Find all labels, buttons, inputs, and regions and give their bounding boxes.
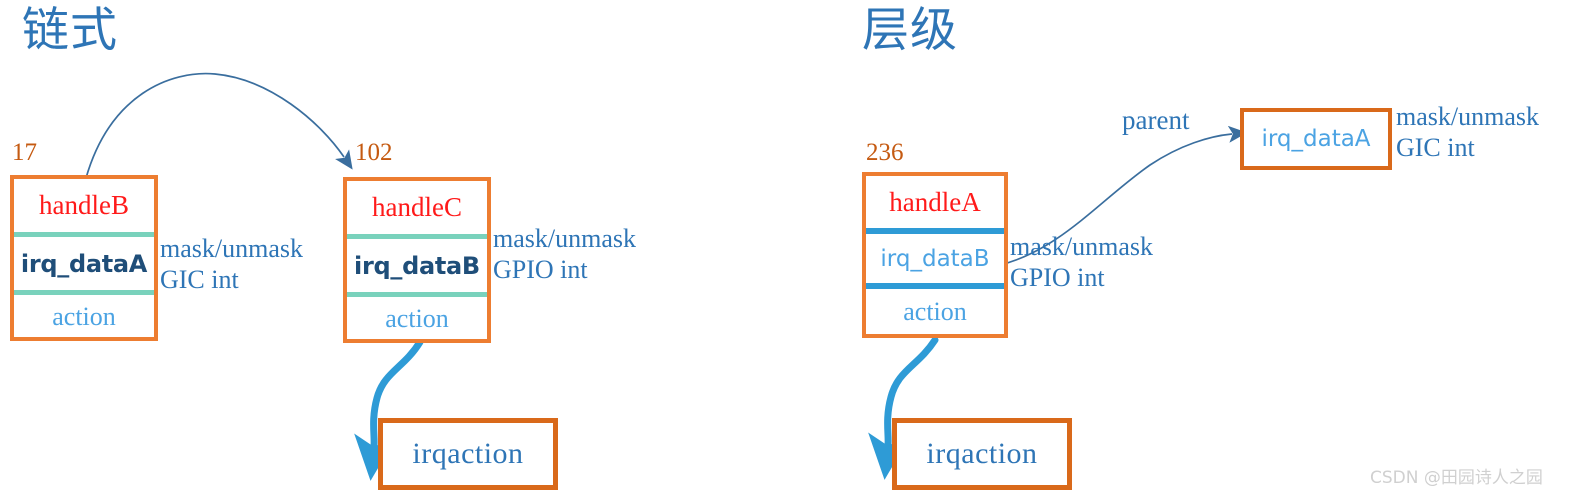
annotation-line-2: GPIO int [493,254,588,284]
annotation-gic-int-chained: mask/unmask GIC int [160,234,303,295]
struct-row-irq-data: irq_dataB [866,234,1004,283]
annotation-line-1: mask/unmask [160,234,303,263]
struct-row-action: action [14,295,154,339]
csdn-watermark: CSDN @田园诗人之园 [1370,468,1543,488]
irqaction-box-hierarchy[interactable]: irqaction [892,418,1072,490]
handle-label: handleA [889,186,981,217]
annotation-line-1: mask/unmask [1396,102,1539,131]
annotation-line-2: GIC int [160,264,239,294]
handle-label: handleC [372,192,462,222]
struct-row-handle: handleB [14,179,154,232]
irq-data-label: irq_dataB [880,245,990,272]
struct-box-handleB[interactable]: handleB irq_dataA action [10,175,158,341]
struct-row-irq-data: irq_dataA [14,237,154,290]
action-label: action [903,296,967,326]
struct-row-handle: handleC [347,181,487,234]
parent-link-label: parent [1122,105,1190,135]
struct-box-handleA[interactable]: handleA irq_dataB action [862,172,1008,338]
diagram-canvas: 链式 17 handleB irq_dataA action mask/unma… [0,0,1591,503]
irq-data-label: irq_dataB [354,251,480,280]
irqaction-label: irqaction [926,437,1038,470]
irq-data-label: irq_dataA [20,249,148,278]
struct-row-action: action [347,297,487,341]
arrow-chained-handleB-to-handleC [85,72,353,179]
action-label: action [52,302,116,331]
handle-label: handleB [39,190,129,220]
action-label: action [385,304,449,333]
struct-row-irq-data: irq_dataB [347,239,487,292]
annotation-line-2: GIC int [1396,132,1475,162]
annotation-gpio-int-hierarchy: mask/unmask GPIO int [1010,232,1153,293]
annotation-line-1: mask/unmask [1010,232,1153,261]
annotation-gpio-int-chained: mask/unmask GPIO int [493,224,636,285]
struct-row-handle: handleA [866,176,1004,228]
irq-number-236: 236 [866,139,904,166]
annotation-line-1: mask/unmask [493,224,636,253]
struct-box-handleC[interactable]: handleC irq_dataB action [343,177,491,343]
struct-row-action: action [866,289,1004,334]
irq-number-17: 17 [12,139,37,166]
irq-number-102: 102 [355,139,393,166]
parent-irq-data-box[interactable]: irq_dataA [1240,108,1392,170]
annotation-gic-int-hierarchy: mask/unmask GIC int [1396,102,1539,163]
section-title-hierarchy: 层级 [862,5,958,57]
irqaction-box-chained[interactable]: irqaction [378,418,558,490]
irqaction-label: irqaction [412,437,524,470]
irq-data-label: irq_dataA [1261,126,1371,152]
section-title-chained: 链式 [22,5,118,57]
annotation-line-2: GPIO int [1010,262,1105,292]
